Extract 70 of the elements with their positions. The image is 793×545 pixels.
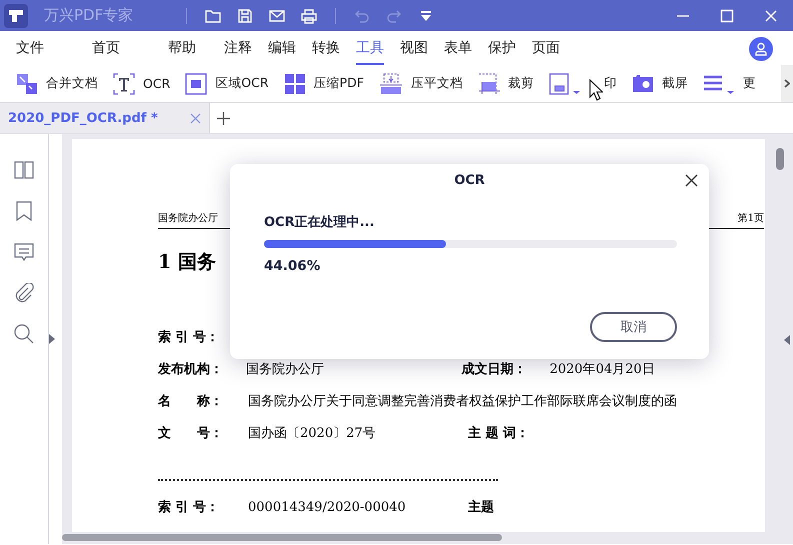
add-tab-icon[interactable] [216, 112, 230, 124]
document-heading: 1 国务 [158, 250, 216, 275]
menu-tab[interactable]: 工具 [356, 31, 384, 65]
menu-tab[interactable]: 保护 [488, 31, 516, 65]
close-icon[interactable] [685, 174, 698, 187]
camera-icon [632, 72, 654, 94]
search-icon[interactable] [14, 324, 34, 344]
field-label: 文 号： [158, 424, 224, 442]
progress-percent: 44.06% [264, 258, 322, 274]
attachment-icon[interactable] [14, 283, 34, 303]
menu-tab[interactable]: 转换 [312, 31, 340, 65]
field-value: 2020年04月20日 [550, 361, 656, 378]
menu-tab[interactable]: 表单 [444, 31, 472, 65]
field-value: 国办函〔2020〕27号 [248, 425, 377, 442]
app-logo [4, 4, 28, 28]
field-label: 主 题 词： [468, 424, 530, 442]
page-box-icon[interactable] [548, 72, 581, 94]
menu-tab[interactable]: 首页 [92, 31, 120, 65]
field-label: 索 引 号： [158, 328, 220, 346]
scroll-right-button[interactable] [781, 65, 793, 102]
avatar-icon[interactable] [749, 37, 773, 61]
expand-arrow-icon[interactable] [49, 334, 55, 344]
status-text: OCR正在处理中... [264, 214, 376, 231]
comment-icon[interactable] [14, 242, 34, 262]
menu-tab[interactable]: 帮助 [168, 31, 196, 65]
tool-button[interactable]: 印 [588, 75, 617, 92]
app-title: 万兴PDF专家 [44, 6, 134, 25]
field-label: 索 引 号： [158, 498, 220, 516]
tool-button[interactable]: 区域OCR [185, 72, 269, 94]
tool-button[interactable]: 更 [702, 72, 756, 94]
horizontal-scrollbar[interactable] [62, 534, 502, 541]
chevron-right-icon [784, 79, 790, 88]
tool-button[interactable]: OCR [113, 72, 170, 94]
menu-tab[interactable]: 视图 [400, 31, 428, 65]
field-value: 000014349/2020-00040 [248, 500, 407, 514]
menu-tab[interactable]: 文件 [16, 31, 44, 65]
field-value: 国务院办公厅关于同意调整完善消费者权益保护工作部际联席会议制度的函 [248, 393, 677, 410]
field-label: 主题 [468, 498, 495, 516]
tab-title: 2020_PDF_OCR.pdf * [8, 110, 158, 126]
area-select-icon [185, 72, 208, 94]
tool-button[interactable]: 截屏 [632, 72, 688, 94]
page-header: 国务院办公厅 [158, 212, 218, 225]
collapse-arrow-icon[interactable] [784, 335, 790, 345]
maximize-icon[interactable] [719, 8, 735, 24]
print-icon[interactable] [300, 6, 318, 24]
mouse-cursor-icon [588, 79, 603, 101]
field-value: 国务院办公厅 [246, 361, 326, 378]
vertical-scrollbar[interactable] [776, 148, 784, 170]
menu-tab[interactable]: 注释 [224, 31, 252, 65]
bookmark-icon[interactable] [14, 201, 34, 221]
tool-button[interactable]: 压缩PDF [284, 72, 364, 94]
merge-icon [16, 72, 38, 94]
document-tab[interactable]: 2020_PDF_OCR.pdf * [0, 103, 210, 133]
dialog-title: OCR [453, 172, 486, 188]
tool-button[interactable]: 压平文档 [378, 72, 463, 94]
tool-button[interactable]: 合并文档 [16, 72, 98, 94]
crop-icon [478, 72, 500, 94]
menu-tab[interactable]: 编辑 [268, 31, 296, 65]
field-label: 名 称： [158, 393, 224, 410]
field-label: 发布机构： [158, 361, 224, 378]
field-label: 成文日期： [462, 360, 528, 378]
thumbnails-icon[interactable] [14, 160, 34, 180]
menu-tab[interactable]: 页面 [532, 31, 560, 65]
flatten-icon [378, 72, 403, 94]
compress-icon [284, 72, 306, 94]
cancel-button[interactable]: 取消 [590, 312, 677, 342]
save-icon[interactable] [236, 6, 254, 24]
text-icon [113, 72, 135, 94]
page-number: 第1页 [738, 212, 764, 225]
tool-button[interactable]: 裁剪 [478, 72, 534, 94]
